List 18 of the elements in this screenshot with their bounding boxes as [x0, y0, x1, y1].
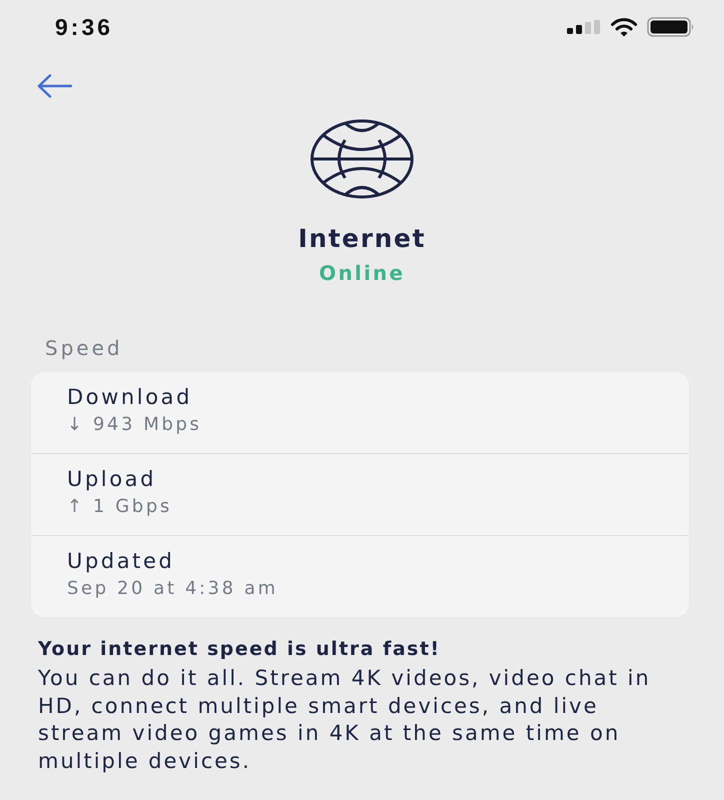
back-arrow-icon [37, 74, 73, 98]
row-label: Updated [67, 548, 176, 574]
message-body: You can do it all. Stream 4K videos, video chat in HD, connect multiple smart devices, and live stream video games in 4K at the same time on multiple devices. [38, 665, 652, 774]
back-button[interactable] [37, 74, 73, 98]
message-title: Your internet speed is ultra fast! [38, 637, 442, 662]
globe-icon [309, 118, 415, 200]
row-label: Upload [67, 466, 158, 492]
row-label: Download [67, 384, 194, 410]
wifi-icon [611, 18, 637, 36]
battery-icon [647, 17, 695, 37]
connection-status: Online [319, 260, 405, 286]
page-title: Internet [298, 224, 426, 254]
row-value: ↑ 1 Gbps [67, 495, 173, 519]
row-value: ↓ 943 Mbps [67, 413, 203, 437]
status-time: 9:36 [55, 14, 114, 40]
section-label: Speed [45, 336, 124, 360]
row-value: Sep 20 at 4:38 am [67, 577, 279, 601]
signal-icon [567, 20, 601, 34]
